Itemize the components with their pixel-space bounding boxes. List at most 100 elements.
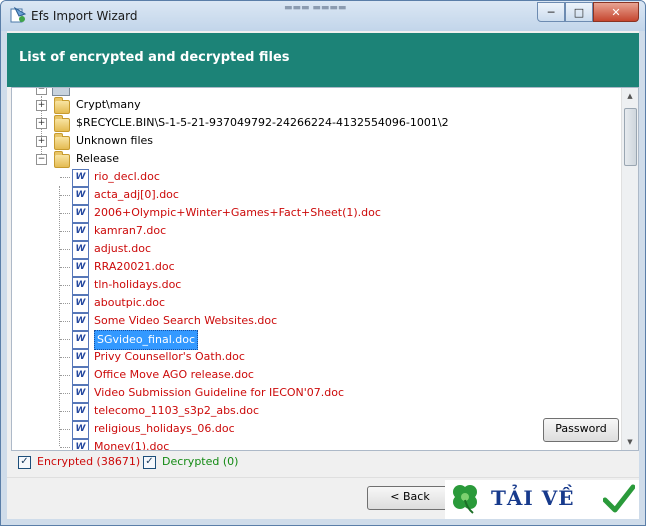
- tree-scrollbar[interactable]: ▲ ▼: [621, 88, 638, 450]
- tree-file-row[interactable]: Wadjust.doc: [12, 240, 612, 259]
- file-tree[interactable]: − + Crypt\many + $RECYCLE.BIN\S-1-5-21-9370…: [11, 87, 639, 451]
- file-label: Privy Counsellor's Oath.doc: [94, 350, 245, 363]
- tree-file-row[interactable]: Wkamran7.doc: [12, 222, 612, 241]
- word-document-icon: W: [72, 349, 89, 367]
- tree-folder-row[interactable]: + Crypt\many: [12, 96, 612, 114]
- tree-branch-line: [60, 411, 70, 412]
- decrypted-checkbox[interactable]: ✓: [143, 456, 156, 469]
- word-document-icon: W: [72, 385, 89, 403]
- word-document-icon: W: [72, 439, 89, 450]
- word-document-icon: W: [72, 331, 89, 349]
- wizard-content: List of encrypted and decrypted files − …: [7, 31, 639, 519]
- window-title: Efs Import Wizard: [31, 9, 138, 23]
- tree-file-row[interactable]: Waboutpic.doc: [12, 294, 612, 313]
- file-label: Some Video Search Websites.doc: [94, 314, 278, 327]
- file-label: aboutpic.doc: [94, 296, 166, 309]
- wizard-app-icon: [10, 6, 27, 23]
- file-label: kamran7.doc: [94, 224, 167, 237]
- word-document-icon: W: [72, 403, 89, 421]
- folder-label: $RECYCLE.BIN\S-1-5-21-937049792-24266224…: [76, 116, 449, 129]
- tree-folder-row[interactable]: + Unknown files: [12, 132, 612, 150]
- file-label: rio_decl.doc: [94, 170, 160, 183]
- tree-file-row[interactable]: Wrio_decl.doc: [12, 168, 612, 187]
- root-expander[interactable]: −: [36, 88, 47, 95]
- tree-file-row[interactable]: W 2006+Olympic+Winter+Games+Fact+Sheet(1)…: [12, 204, 612, 223]
- tree-branch-line: [60, 303, 70, 304]
- wizard-header: List of encrypted and decrypted files: [7, 33, 639, 87]
- folder-icon: [54, 115, 70, 132]
- encrypted-checkbox[interactable]: ✓: [18, 456, 31, 469]
- tree-branch-line: [60, 249, 70, 250]
- efs-import-wizard-window: Efs Import Wizard ▬▬▬ ▬▬▬▬ ─ □ ✕ List of…: [0, 0, 646, 526]
- scroll-up-arrow-icon[interactable]: ▲: [622, 88, 638, 104]
- word-document-icon: W: [72, 295, 89, 313]
- folder-icon: [54, 151, 70, 168]
- word-document-icon: W: [72, 277, 89, 295]
- file-label: religious_holidays_06.doc: [94, 422, 235, 435]
- background-window-ghost: ▬▬▬ ▬▬▬▬: [284, 3, 347, 13]
- file-label: tln-holidays.doc: [94, 278, 182, 291]
- tree-branch-line: [60, 231, 70, 232]
- maximize-button[interactable]: □: [565, 2, 593, 22]
- scroll-down-arrow-icon[interactable]: ▼: [622, 434, 638, 450]
- tree-folder-row[interactable]: − Release: [12, 150, 612, 168]
- file-label: Office Move AGO release.doc: [94, 368, 254, 381]
- word-document-icon: W: [72, 169, 89, 187]
- folder-expander[interactable]: +: [36, 136, 47, 147]
- caption-buttons: ─ □ ✕: [537, 2, 639, 22]
- clover-icon: [453, 485, 477, 514]
- word-document-icon: W: [72, 187, 89, 205]
- folder-expander[interactable]: +: [36, 118, 47, 129]
- tree-branch-line: [60, 267, 70, 268]
- close-button[interactable]: ✕: [593, 2, 639, 22]
- folder-label: Unknown files: [76, 134, 154, 147]
- file-label: Video Submission Guideline for IECON'07.…: [94, 386, 345, 399]
- word-document-icon: W: [72, 367, 89, 385]
- folder-expander[interactable]: +: [36, 100, 47, 111]
- back-button[interactable]: < Back: [367, 486, 453, 510]
- tree-file-row[interactable]: W Privy Counsellor's Oath.doc: [12, 348, 612, 367]
- word-document-icon: W: [72, 205, 89, 223]
- folder-icon: [54, 133, 70, 150]
- decrypted-filter-label[interactable]: Decrypted (0): [162, 455, 238, 468]
- encrypted-filter-label[interactable]: Encrypted (38671): [37, 455, 140, 468]
- password-button[interactable]: Password: [543, 418, 619, 442]
- tree-file-row[interactable]: Wacta_adj[0].doc: [12, 186, 612, 205]
- file-label: Money(1).doc: [94, 440, 170, 451]
- file-label: 2006+Olympic+Winter+Games+Fact+Sheet(1).…: [94, 206, 381, 219]
- tree-branch-line: [60, 195, 70, 196]
- tree-file-row[interactable]: W RRA20021.doc: [12, 258, 612, 277]
- title-bar[interactable]: Efs Import Wizard ▬▬▬ ▬▬▬▬ ─ □ ✕: [1, 1, 645, 31]
- tree-file-row[interactable]: Wtln-holidays.doc: [12, 276, 612, 295]
- folder-label: Release: [76, 152, 119, 165]
- tree-file-row[interactable]: W Office Move AGO release.doc: [12, 366, 612, 385]
- tree-branch-line: [60, 393, 70, 394]
- folder-label: Crypt\many: [76, 98, 141, 111]
- tree-branch-line: [60, 177, 70, 178]
- tree-file-row[interactable]: W Video Submission Guideline for IECON'07…: [12, 384, 612, 403]
- tree-file-row[interactable]: Wreligious_holidays_06.doc: [12, 420, 612, 439]
- taive-watermark-logo: TẢI VỀ: [445, 480, 639, 519]
- folder-icon: [54, 97, 70, 114]
- tree-branch-line: [60, 321, 70, 322]
- file-label: adjust.doc: [94, 242, 152, 255]
- tree-branch-line: [60, 339, 70, 340]
- minimize-button[interactable]: ─: [537, 2, 565, 22]
- tree-file-row[interactable]: W Money(1).doc: [12, 438, 612, 451]
- word-document-icon: W: [72, 241, 89, 259]
- tree-folder-row[interactable]: + $RECYCLE.BIN\S-1-5-21-937049792-2426622…: [12, 114, 612, 132]
- tree-file-row[interactable]: W Some Video Search Websites.doc: [12, 312, 612, 331]
- green-checkmark-icon: [603, 484, 635, 513]
- scroll-thumb[interactable]: [624, 108, 637, 166]
- page-title: List of encrypted and decrypted files: [19, 50, 290, 65]
- tree-file-row[interactable]: Wtelecomo_1103_s3p2_abs.doc: [12, 402, 612, 421]
- footer-divider: [7, 477, 639, 478]
- word-document-icon: W: [72, 421, 89, 439]
- tree-branch-line: [60, 213, 70, 214]
- folder-expander[interactable]: −: [36, 154, 47, 165]
- tree-branch-line: [60, 357, 70, 358]
- tree-file-row[interactable]: W SGvideo_final.doc: [12, 330, 612, 350]
- tree-branch-line: [60, 375, 70, 376]
- word-document-icon: W: [72, 259, 89, 277]
- tree-branch-line: [60, 285, 70, 286]
